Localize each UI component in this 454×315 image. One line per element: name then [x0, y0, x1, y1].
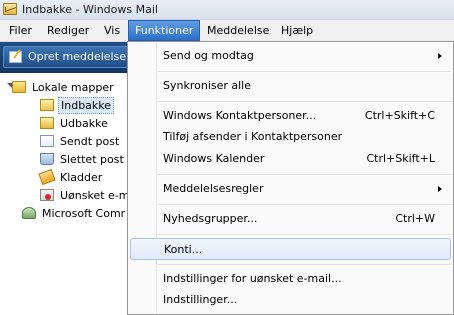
menu-item-message-rules[interactable]: Meddelelsesregler [130, 178, 451, 200]
menu-item-label: Konti... [164, 243, 203, 256]
folder-inbox[interactable]: Indbakke [40, 97, 115, 115]
menu-funktioner[interactable]: Funktioner [128, 20, 201, 41]
menu-item-label: Meddelelsesregler [163, 182, 264, 195]
menu-item-label: Indstillinger for uønsket e-mail... [163, 272, 342, 285]
menu-item-send-receive[interactable]: Send og modtag [130, 45, 451, 67]
funktioner-dropdown-menu: Send og modtag Synkroniser alle Windows … [127, 41, 454, 315]
newsgroup-icon [22, 207, 36, 219]
new-message-icon [9, 51, 22, 63]
window-title: Indbakke - Windows Mail [22, 3, 158, 16]
menu-item-options[interactable]: Indstillinger... [130, 289, 451, 311]
title-bar: Indbakke - Windows Mail [0, 0, 454, 20]
folder-icon [12, 81, 26, 93]
menu-item-accounts[interactable]: Konti... [130, 238, 451, 260]
menu-item-calendar[interactable]: Windows Kalender Ctrl+Skift+L [130, 148, 451, 170]
inbox-icon [40, 99, 54, 111]
folder-label: Microsoft Comr [42, 207, 126, 220]
menu-item-shortcut: Ctrl+Skift+C [364, 109, 435, 122]
menu-item-newsgroups[interactable]: Nyhedsgrupper... Ctrl+W [130, 208, 451, 230]
sent-items-icon [40, 135, 54, 147]
menu-separator [158, 71, 451, 73]
menu-item-shortcut: Ctrl+W [395, 212, 435, 225]
menu-item-junk-options[interactable]: Indstillinger for uønsket e-mail... [130, 268, 451, 290]
menu-separator [158, 264, 451, 266]
menu-hjaelp[interactable]: Hjælp [275, 20, 319, 41]
folder-junk[interactable]: Uønsket e-m [40, 187, 132, 205]
folder-label: Lokale mapper [32, 81, 114, 94]
menu-item-label: Indstillinger... [163, 293, 238, 306]
folder-label: Uønsket e-m [60, 189, 130, 202]
folder-label: Kladder [60, 171, 103, 184]
menu-item-label: Synkroniser alle [163, 79, 252, 92]
menu-item-shortcut: Ctrl+Skift+L [366, 152, 435, 165]
folder-outbox[interactable]: Udbakke [40, 115, 110, 133]
folder-label: Sendt post [60, 135, 120, 148]
folder-sent[interactable]: Sendt post [40, 133, 121, 151]
folder-label: Udbakke [60, 117, 108, 130]
menu-item-label: Windows Kontaktpersoner... [163, 109, 317, 122]
menu-item-add-sender[interactable]: Tilføj afsender i Kontaktpersoner [130, 126, 451, 148]
windows-mail-icon [3, 3, 17, 15]
menu-rediger[interactable]: Rediger [41, 20, 95, 41]
menu-bar: Filer Rediger Vis Funktioner Meddelelse … [0, 20, 454, 42]
menu-separator [158, 234, 451, 236]
menu-item-label: Nyhedsgrupper... [163, 212, 258, 225]
folder-drafts[interactable]: Kladder [38, 168, 104, 187]
menu-meddelelse[interactable]: Meddelelse [201, 20, 275, 41]
submenu-arrow-icon [438, 186, 442, 192]
folder-local-folders[interactable]: Lokale mapper [0, 79, 116, 97]
menu-item-label: Windows Kalender [163, 152, 265, 165]
folder-label: Indbakke [58, 97, 115, 114]
menu-vis[interactable]: Vis [98, 20, 126, 41]
compose-message-button[interactable]: Opret meddelelse [3, 46, 131, 68]
compose-message-label: Opret meddelelse [28, 50, 127, 63]
menu-item-label: Send og modtag [163, 49, 254, 62]
menu-filer[interactable]: Filer [3, 20, 38, 41]
menu-item-sync-all[interactable]: Synkroniser alle [130, 75, 451, 97]
collapse-icon[interactable] [3, 83, 13, 91]
menu-separator [158, 174, 451, 176]
menu-separator [158, 204, 451, 206]
menu-item-label: Tilføj afsender i Kontaktpersoner [163, 130, 343, 143]
menu-separator [158, 101, 451, 103]
deleted-items-icon [40, 153, 54, 165]
folder-microsoft-communities[interactable]: Microsoft Comr [22, 205, 127, 223]
folder-label: Slettet post [60, 153, 124, 166]
folder-deleted[interactable]: Slettet post [40, 151, 126, 169]
menu-item-contacts[interactable]: Windows Kontaktpersoner... Ctrl+Skift+C [130, 105, 451, 127]
junk-mail-icon [40, 189, 54, 201]
outbox-icon [40, 117, 54, 129]
drafts-icon [38, 168, 56, 186]
submenu-arrow-icon [438, 53, 442, 59]
